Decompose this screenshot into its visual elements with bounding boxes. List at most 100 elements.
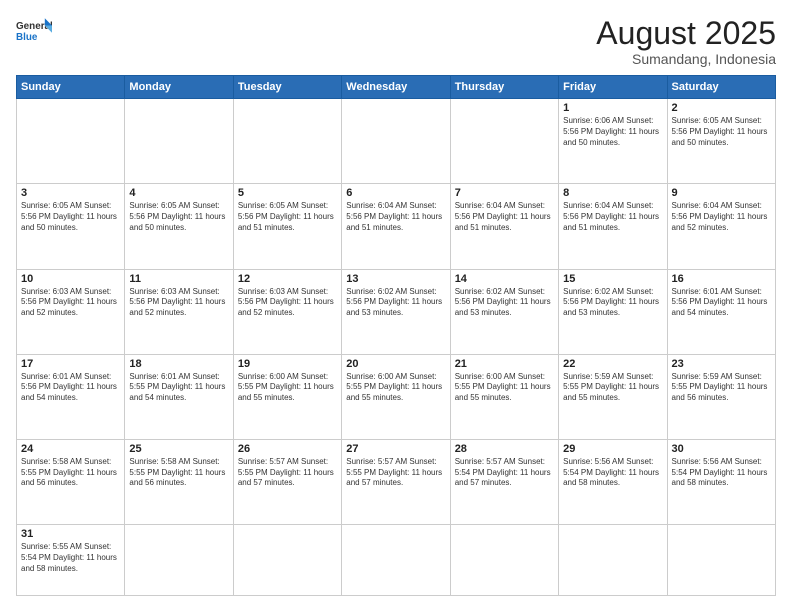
day-number: 15 — [563, 273, 662, 285]
table-row: 8Sunrise: 6:04 AM Sunset: 5:56 PM Daylig… — [559, 184, 667, 269]
day-info: Sunrise: 5:58 AM Sunset: 5:55 PM Dayligh… — [129, 457, 228, 489]
day-number: 14 — [455, 273, 554, 285]
day-number: 17 — [21, 358, 120, 370]
col-wednesday: Wednesday — [342, 76, 450, 99]
title-section: August 2025 Sumandang, Indonesia — [596, 16, 776, 67]
day-number: 4 — [129, 187, 228, 199]
table-row — [233, 524, 341, 595]
day-number: 19 — [238, 358, 337, 370]
table-row: 16 Sunrise: 6:01 AM Sunset: 5:56 PM Dayli… — [667, 269, 775, 354]
day-info: Sunrise: 5:57 AM Sunset: 5:54 PM Dayligh… — [455, 457, 554, 489]
day-info: Sunrise: 6:02 AM Sunset: 5:56 PM Dayligh… — [455, 287, 554, 319]
page: General Blue August 2025 Sumandang, Indo… — [0, 0, 792, 612]
day-number: 18 — [129, 358, 228, 370]
day-number: 1 — [563, 102, 662, 114]
table-row — [125, 99, 233, 184]
table-row — [342, 524, 450, 595]
day-info: Sunrise: 6:00 AM Sunset: 5:55 PM Dayligh… — [455, 372, 554, 404]
table-row: 3 Sunrise: 6:05 AM Sunset: 5:56 PM Daylig… — [17, 184, 125, 269]
day-info: Sunrise: 5:59 AM Sunset: 5:55 PM Dayligh… — [672, 372, 771, 404]
col-thursday: Thursday — [450, 76, 558, 99]
table-row: 7 Sunrise: 6:04 AM Sunset: 5:56 PM Daylig… — [450, 184, 558, 269]
table-row: 26Sunrise: 5:57 AM Sunset: 5:55 PM Dayli… — [233, 439, 341, 524]
day-info: Sunrise: 6:02 AM Sunset: 5:56 PM Dayligh… — [563, 287, 662, 319]
day-info: Sunrise: 6:04 AM Sunset: 5:56 PM Dayligh… — [455, 201, 554, 233]
table-row: 13 Sunrise: 6:02 AM Sunset: 5:56 PM Dayli… — [342, 269, 450, 354]
day-info: Sunrise: 6:04 AM Sunset: 5:56 PM Dayligh… — [563, 201, 662, 233]
generalblue-logo-icon: General Blue — [16, 16, 52, 44]
table-row: 18 Sunrise: 6:01 AM Sunset: 5:55 PM Dayli… — [125, 354, 233, 439]
table-row: 14 Sunrise: 6:02 AM Sunset: 5:56 PM Dayli… — [450, 269, 558, 354]
day-number: 27 — [346, 443, 445, 455]
day-info: Sunrise: 5:56 AM Sunset: 5:54 PM Dayligh… — [672, 457, 771, 489]
day-info: Sunrise: 6:01 AM Sunset: 5:56 PM Dayligh… — [672, 287, 771, 319]
table-row — [233, 99, 341, 184]
day-number: 20 — [346, 358, 445, 370]
day-info: Sunrise: 5:57 AM Sunset: 5:55 PM Dayligh… — [238, 457, 337, 489]
table-row: 9 Sunrise: 6:04 AM Sunset: 5:56 PM Daylig… — [667, 184, 775, 269]
table-row: 6Sunrise: 6:04 AM Sunset: 5:56 PM Daylig… — [342, 184, 450, 269]
table-row: 10Sunrise: 6:03 AM Sunset: 5:56 PM Dayli… — [17, 269, 125, 354]
table-row: 25 Sunrise: 5:58 AM Sunset: 5:55 PM Dayli… — [125, 439, 233, 524]
calendar-table: Sunday Monday Tuesday Wednesday Thursday… — [16, 75, 776, 596]
table-row: 2Sunrise: 6:05 AM Sunset: 5:56 PM Daylig… — [667, 99, 775, 184]
day-info: Sunrise: 6:04 AM Sunset: 5:56 PM Dayligh… — [672, 201, 771, 233]
table-row: 19 Sunrise: 6:00 AM Sunset: 5:55 PM Dayli… — [233, 354, 341, 439]
table-row — [450, 524, 558, 595]
table-row: 23 Sunrise: 5:59 AM Sunset: 5:55 PM Dayli… — [667, 354, 775, 439]
day-number: 11 — [129, 273, 228, 285]
day-info: Sunrise: 5:56 AM Sunset: 5:54 PM Dayligh… — [563, 457, 662, 489]
table-row: 20Sunrise: 6:00 AM Sunset: 5:55 PM Dayli… — [342, 354, 450, 439]
table-row: 24Sunrise: 5:58 AM Sunset: 5:55 PM Dayli… — [17, 439, 125, 524]
col-tuesday: Tuesday — [233, 76, 341, 99]
day-info: Sunrise: 6:00 AM Sunset: 5:55 PM Dayligh… — [238, 372, 337, 404]
day-number: 7 — [455, 187, 554, 199]
table-row: 15 Sunrise: 6:02 AM Sunset: 5:56 PM Dayli… — [559, 269, 667, 354]
day-info: Sunrise: 6:05 AM Sunset: 5:56 PM Dayligh… — [672, 116, 771, 148]
day-info: Sunrise: 5:59 AM Sunset: 5:55 PM Dayligh… — [563, 372, 662, 404]
table-row: 28 Sunrise: 5:57 AM Sunset: 5:54 PM Dayli… — [450, 439, 558, 524]
day-info: Sunrise: 6:03 AM Sunset: 5:56 PM Dayligh… — [129, 287, 228, 319]
table-row: 27 Sunrise: 5:57 AM Sunset: 5:55 PM Dayli… — [342, 439, 450, 524]
table-row — [559, 524, 667, 595]
table-row — [342, 99, 450, 184]
day-number: 13 — [346, 273, 445, 285]
day-number: 21 — [455, 358, 554, 370]
col-monday: Monday — [125, 76, 233, 99]
day-number: 31 — [21, 528, 120, 540]
col-friday: Friday — [559, 76, 667, 99]
header: General Blue August 2025 Sumandang, Indo… — [16, 16, 776, 67]
day-info: Sunrise: 5:57 AM Sunset: 5:55 PM Dayligh… — [346, 457, 445, 489]
day-info: Sunrise: 6:04 AM Sunset: 5:56 PM Dayligh… — [346, 201, 445, 233]
location: Sumandang, Indonesia — [596, 51, 776, 67]
day-number: 9 — [672, 187, 771, 199]
table-row: 31 Sunrise: 5:55 AM Sunset: 5:54 PM Dayli… — [17, 524, 125, 595]
table-row: 12Sunrise: 6:03 AM Sunset: 5:56 PM Dayli… — [233, 269, 341, 354]
day-number: 25 — [129, 443, 228, 455]
table-row — [667, 524, 775, 595]
table-row: 30 Sunrise: 5:56 AM Sunset: 5:54 PM Dayli… — [667, 439, 775, 524]
svg-text:Blue: Blue — [16, 32, 38, 43]
table-row: 17 Sunrise: 6:01 AM Sunset: 5:56 PM Dayli… — [17, 354, 125, 439]
table-row — [450, 99, 558, 184]
day-info: Sunrise: 5:55 AM Sunset: 5:54 PM Dayligh… — [21, 542, 120, 574]
day-info: Sunrise: 6:05 AM Sunset: 5:56 PM Dayligh… — [238, 201, 337, 233]
table-row: 4Sunrise: 6:05 AM Sunset: 5:56 PM Daylig… — [125, 184, 233, 269]
day-info: Sunrise: 6:02 AM Sunset: 5:56 PM Dayligh… — [346, 287, 445, 319]
calendar-header-row: Sunday Monday Tuesday Wednesday Thursday… — [17, 76, 776, 99]
day-number: 16 — [672, 273, 771, 285]
day-info: Sunrise: 6:01 AM Sunset: 5:55 PM Dayligh… — [129, 372, 228, 404]
day-number: 3 — [21, 187, 120, 199]
day-info: Sunrise: 6:01 AM Sunset: 5:56 PM Dayligh… — [21, 372, 120, 404]
day-info: Sunrise: 6:05 AM Sunset: 5:56 PM Dayligh… — [21, 201, 120, 233]
month-title: August 2025 — [596, 16, 776, 51]
day-number: 23 — [672, 358, 771, 370]
day-number: 28 — [455, 443, 554, 455]
col-sunday: Sunday — [17, 76, 125, 99]
table-row: 1Sunrise: 6:06 AM Sunset: 5:56 PM Daylig… — [559, 99, 667, 184]
table-row — [125, 524, 233, 595]
day-number: 30 — [672, 443, 771, 455]
logo: General Blue — [16, 16, 52, 44]
table-row — [17, 99, 125, 184]
table-row: 11 Sunrise: 6:03 AM Sunset: 5:56 PM Dayli… — [125, 269, 233, 354]
